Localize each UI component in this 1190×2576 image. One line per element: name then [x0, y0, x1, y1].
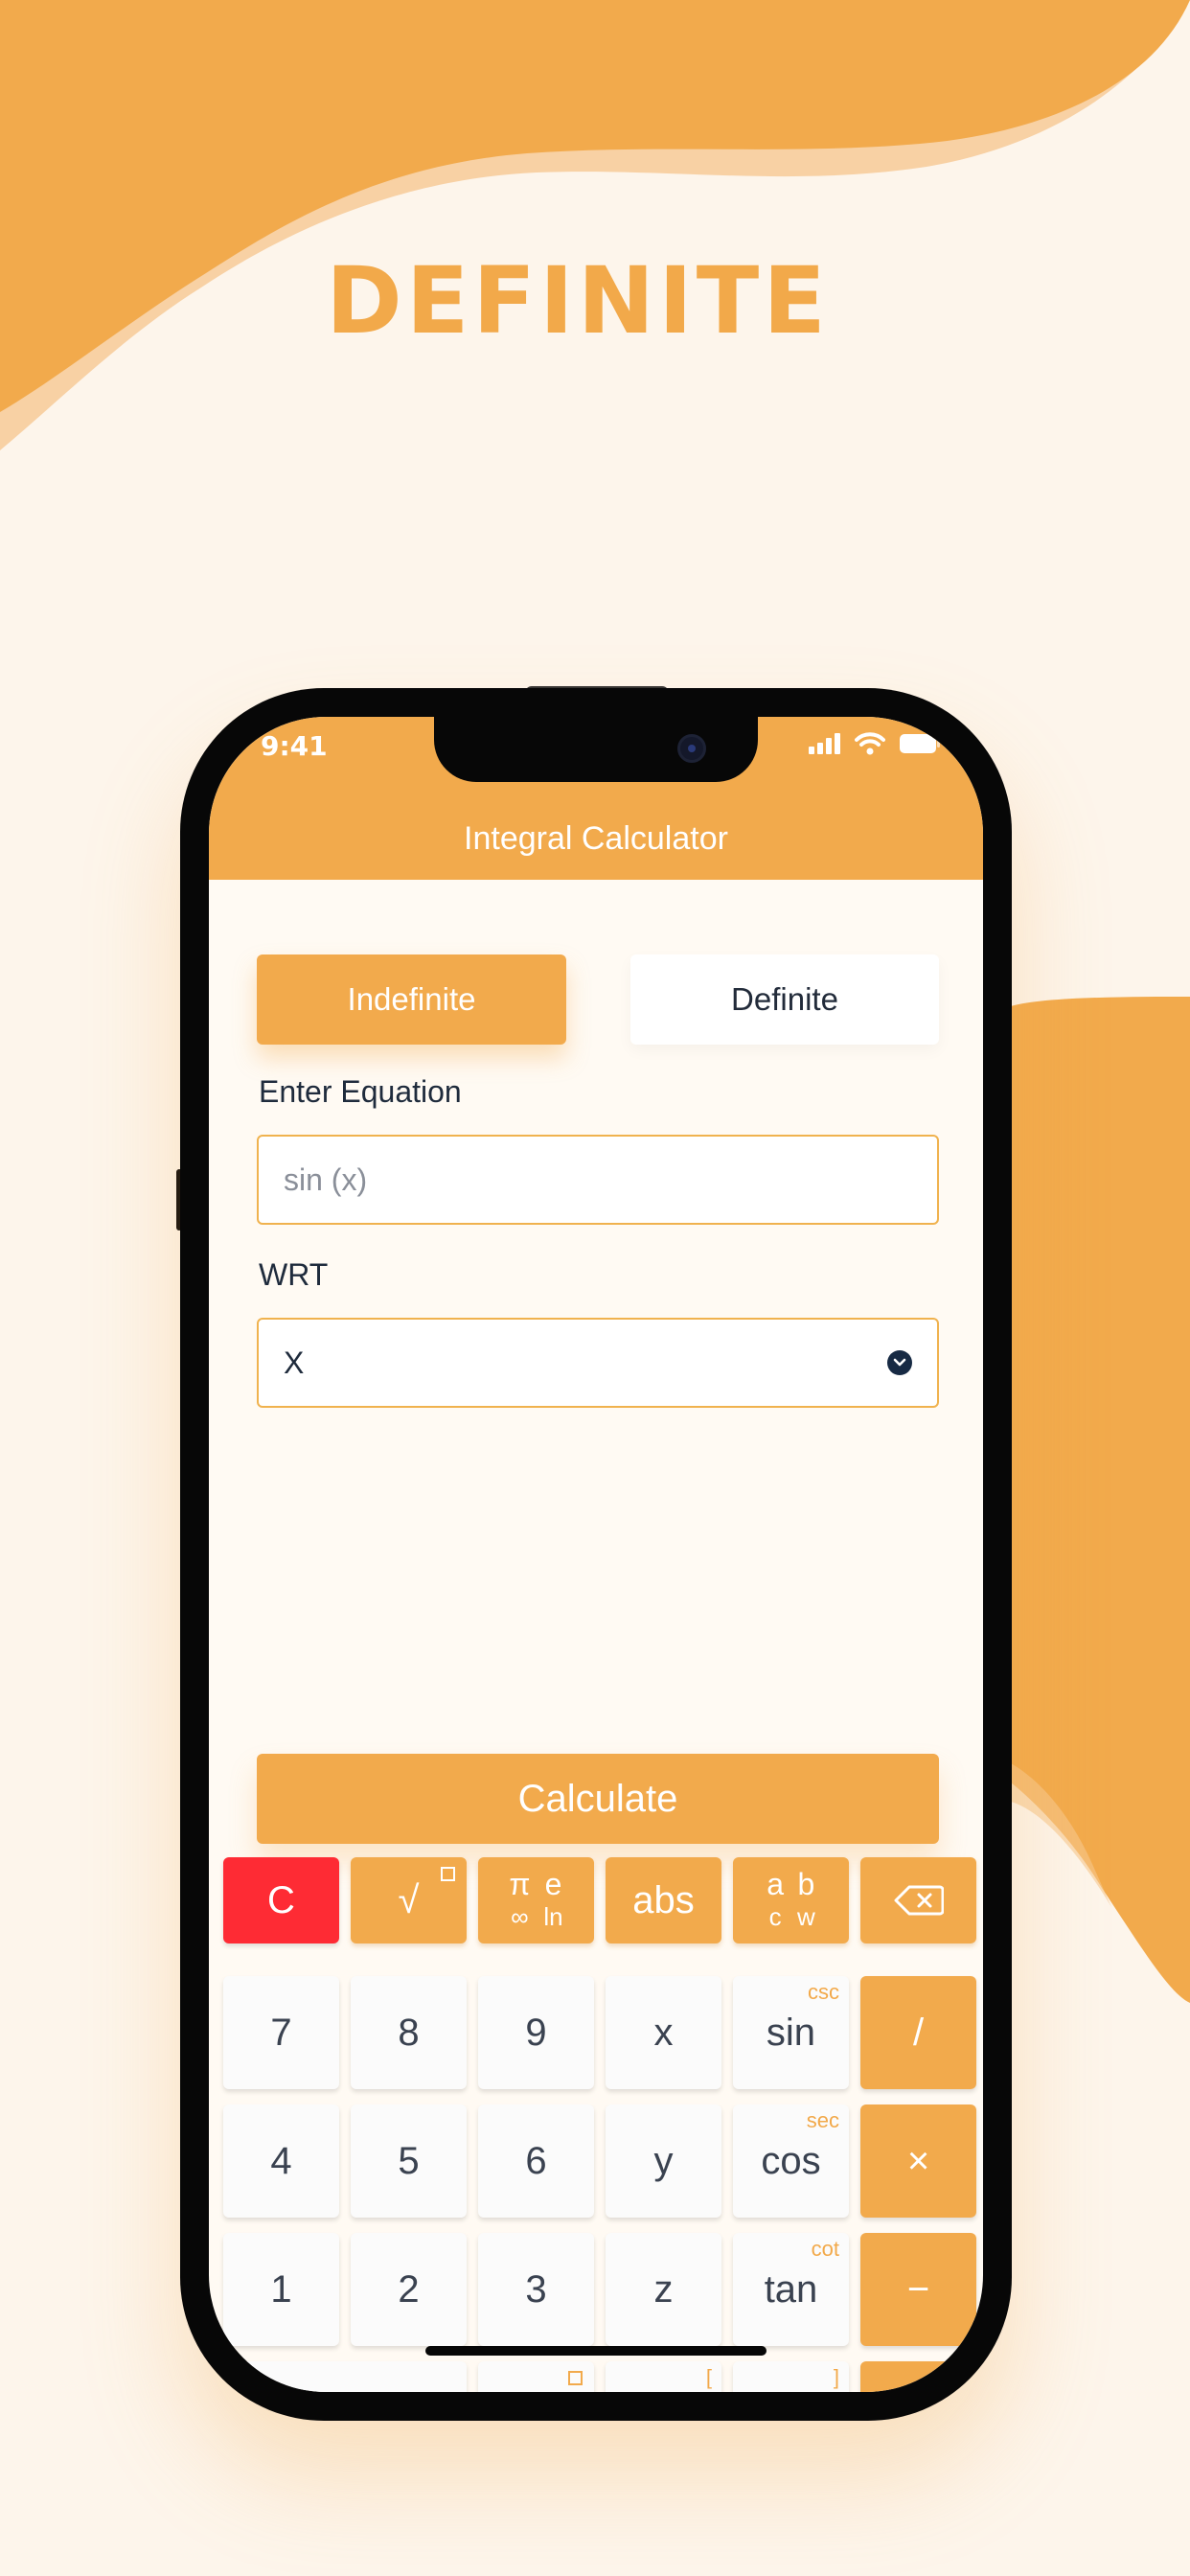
key-8-label: 8: [398, 2011, 420, 2054]
key-cos[interactable]: cos sec: [733, 2104, 849, 2218]
placeholder-box-icon: [568, 2371, 583, 2385]
key-z[interactable]: z: [606, 2233, 721, 2346]
key-y-label: y: [653, 2139, 674, 2182]
key-divide[interactable]: /: [860, 1976, 976, 2089]
key-cot-label: cot: [811, 2237, 839, 2261]
keypad: C √ π e ∞ ln abs a b c w 7 8 9 x sin csc…: [209, 1838, 983, 2392]
e-symbol: e: [544, 1867, 562, 1901]
battery-icon: [900, 734, 940, 753]
phone-frame: 9:41 Integral Calculator Indefinite Defi…: [180, 688, 1012, 2421]
home-indicator[interactable]: [425, 2346, 767, 2356]
var-c: c: [768, 1902, 782, 1931]
key-divide-label: /: [912, 2011, 925, 2054]
key-4[interactable]: 4: [223, 2104, 339, 2218]
key-6[interactable]: 6: [478, 2104, 594, 2218]
notch: [434, 717, 758, 782]
signal-icon: [809, 733, 840, 754]
key-multiply-label: ×: [906, 2139, 930, 2182]
key-sec-label: sec: [806, 2108, 839, 2132]
wrt-label: WRT: [259, 1257, 329, 1292]
key-tan-label: tan: [764, 2267, 818, 2311]
key-5-label: 5: [398, 2139, 420, 2182]
equation-input[interactable]: [284, 1162, 912, 1198]
key-sin[interactable]: sin csc: [733, 1976, 849, 2089]
infinity-symbol: ∞: [511, 1902, 529, 1931]
calculate-button[interactable]: Calculate: [257, 1754, 939, 1844]
tab-indefinite[interactable]: Indefinite: [257, 954, 566, 1045]
equation-field[interactable]: [257, 1135, 939, 1225]
status-icons: [809, 732, 941, 755]
clear-key[interactable]: C: [223, 1857, 339, 1944]
key-close-bracket-label: ]: [833, 2365, 839, 2389]
key-3-label: 3: [525, 2267, 547, 2311]
chevron-down-icon: [887, 1350, 912, 1375]
wrt-select-value: X: [284, 1345, 305, 1380]
promo-headline: DEFINITE: [326, 247, 830, 355]
key-9[interactable]: 9: [478, 1976, 594, 2089]
key-z-label: z: [653, 2267, 674, 2311]
key-x-label: x: [653, 2011, 674, 2054]
key-csc-label: csc: [808, 1980, 839, 2004]
key-x[interactable]: x: [606, 1976, 721, 2089]
variables-grid: a b c w: [767, 1868, 815, 1933]
backspace-key[interactable]: [860, 1857, 976, 1944]
key-6-label: 6: [525, 2139, 547, 2182]
var-w: w: [797, 1902, 815, 1931]
key-sin-label: sin: [766, 2011, 816, 2054]
key-close-paren[interactable]: ) ]: [733, 2361, 849, 2392]
phone-screen: 9:41 Integral Calculator Indefinite Defi…: [209, 717, 983, 2392]
key-plus[interactable]: +: [860, 2361, 976, 2392]
key-multiply[interactable]: ×: [860, 2104, 976, 2218]
pi-symbol: π: [509, 1867, 531, 1901]
var-a: a: [767, 1867, 784, 1901]
key-4-label: 4: [270, 2139, 292, 2182]
sqrt-key-label: √: [398, 1878, 420, 1921]
front-camera: [677, 734, 706, 763]
key-5[interactable]: 5: [351, 2104, 467, 2218]
key-minus-label: −: [906, 2267, 930, 2311]
key-7-label: 7: [270, 2011, 292, 2054]
key-3[interactable]: 3: [478, 2233, 594, 2346]
key-1-label: 1: [270, 2267, 292, 2311]
constants-key[interactable]: π e ∞ ln: [478, 1857, 594, 1944]
backspace-icon: [894, 1885, 944, 1916]
key-0[interactable]: 0: [223, 2361, 467, 2392]
key-9-label: 9: [525, 2011, 547, 2054]
placeholder-box-icon: [441, 1867, 455, 1881]
key-2-label: 2: [398, 2267, 420, 2311]
wrt-select[interactable]: X: [257, 1318, 939, 1408]
equation-label: Enter Equation: [259, 1074, 462, 1109]
promo-canvas: DEFINITE 9:41 Integral Calculator Indefi…: [0, 0, 1190, 2576]
key-minus[interactable]: −: [860, 2233, 976, 2346]
key-y[interactable]: y: [606, 2104, 721, 2218]
tab-definite[interactable]: Definite: [630, 954, 939, 1045]
key-open-bracket-label: [: [705, 2365, 712, 2389]
key-7[interactable]: 7: [223, 1976, 339, 2089]
key-open-paren[interactable]: ( [: [606, 2361, 721, 2392]
abs-key-label: abs: [632, 1878, 695, 1921]
constants-grid: π e ∞ ln: [509, 1868, 562, 1933]
app-title: Integral Calculator: [464, 820, 728, 857]
ln-symbol: ln: [543, 1902, 563, 1931]
key-cos-label: cos: [761, 2139, 821, 2182]
status-time: 9:41: [261, 730, 328, 762]
sqrt-key[interactable]: √: [351, 1857, 467, 1944]
key-2[interactable]: 2: [351, 2233, 467, 2346]
variables-key[interactable]: a b c w: [733, 1857, 849, 1944]
abs-key[interactable]: abs: [606, 1857, 721, 1944]
key-1[interactable]: 1: [223, 2233, 339, 2346]
key-power[interactable]: ^: [478, 2361, 594, 2392]
key-tan[interactable]: tan cot: [733, 2233, 849, 2346]
key-8[interactable]: 8: [351, 1976, 467, 2089]
clear-key-label: C: [267, 1878, 295, 1921]
wifi-icon: [855, 732, 885, 755]
var-b: b: [797, 1867, 815, 1901]
